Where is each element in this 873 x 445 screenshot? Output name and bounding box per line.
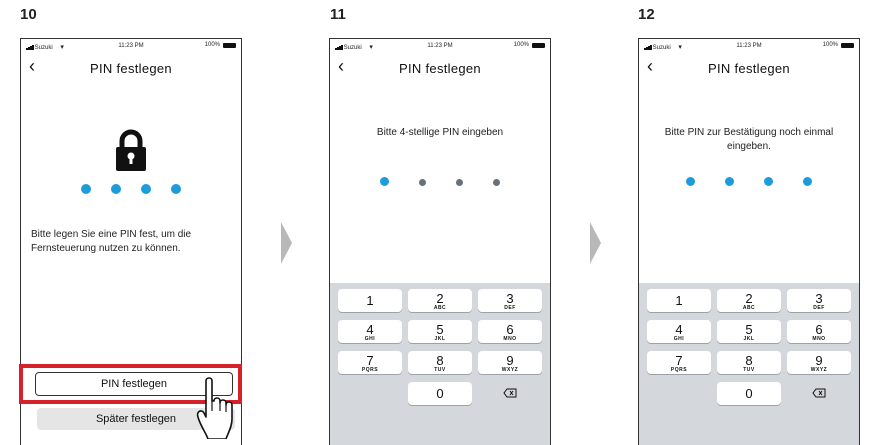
status-bar: Suzuki ▾ 11:23 PM 100% bbox=[639, 39, 859, 53]
nav-bar: ‹ PIN festlegen bbox=[639, 55, 859, 79]
key-2[interactable]: 2 ABC bbox=[717, 289, 781, 312]
page-title: PIN festlegen bbox=[90, 61, 172, 76]
page-title: PIN festlegen bbox=[708, 61, 790, 76]
key-4[interactable]: 4 GHI bbox=[647, 320, 711, 343]
pin-dot-filled bbox=[764, 177, 773, 186]
status-bar: Suzuki ▾ 11:23 PM 100% bbox=[330, 39, 550, 53]
pin-dot-filled bbox=[141, 184, 151, 194]
battery-percent: 100% bbox=[204, 42, 220, 48]
pin-dot-filled bbox=[380, 177, 389, 186]
key-6[interactable]: 6 MNO bbox=[787, 320, 851, 343]
nav-bar: ‹ PIN festlegen bbox=[21, 55, 241, 79]
key-9[interactable]: 9 WXYZ bbox=[478, 351, 542, 374]
key-0[interactable]: 0 bbox=[717, 382, 781, 405]
key-2[interactable]: 2 ABC bbox=[408, 289, 472, 312]
pointing-hand-icon bbox=[196, 377, 233, 439]
pin-dot-filled bbox=[111, 184, 121, 194]
status-bar: Suzuki ▾ 11:23 PM 100% bbox=[21, 39, 241, 53]
pin-dot-empty bbox=[419, 178, 426, 186]
key-5[interactable]: 5 JKL bbox=[717, 320, 781, 343]
pin-indicator bbox=[21, 184, 241, 194]
chevron-right-arrow-icon bbox=[590, 222, 601, 264]
pin-dot-empty bbox=[493, 178, 500, 186]
phone-screen-enter-pin: Suzuki ▾ 11:23 PM 100% ‹ PIN festlegen B… bbox=[329, 38, 551, 445]
page-title: PIN festlegen bbox=[399, 61, 481, 76]
key-7[interactable]: 7 PQRS bbox=[647, 351, 711, 374]
pin-dot-filled bbox=[725, 177, 734, 186]
lock-icon bbox=[116, 129, 146, 171]
pin-dot-filled bbox=[171, 184, 181, 194]
key-5[interactable]: 5 JKL bbox=[408, 320, 472, 343]
phone-screen-confirm-pin: Suzuki ▾ 11:23 PM 100% ‹ PIN festlegen B… bbox=[638, 38, 860, 445]
key-1[interactable]: 1 bbox=[647, 289, 711, 312]
key-1[interactable]: 1 bbox=[338, 289, 402, 312]
battery-icon bbox=[223, 42, 236, 48]
pin-dot-filled bbox=[803, 177, 812, 186]
step-number: 12 bbox=[638, 6, 655, 23]
key-9[interactable]: 9 WXYZ bbox=[787, 351, 851, 374]
battery-percent: 100% bbox=[513, 42, 529, 48]
key-3[interactable]: 3 DEF bbox=[787, 289, 851, 312]
key-0[interactable]: 0 bbox=[408, 382, 472, 405]
chevron-right-arrow-icon bbox=[281, 222, 292, 264]
key-8[interactable]: 8 TUV bbox=[717, 351, 781, 374]
battery-percent: 100% bbox=[822, 42, 838, 48]
key-3[interactable]: 3 DEF bbox=[478, 289, 542, 312]
backspace-icon[interactable] bbox=[478, 382, 542, 405]
pin-dot-empty bbox=[456, 178, 463, 186]
nav-bar: ‹ PIN festlegen bbox=[330, 55, 550, 79]
info-text: Bitte legen Sie eine PIN fest, um die Fe… bbox=[31, 229, 192, 254]
pin-dot-filled bbox=[686, 177, 695, 186]
pin-indicator bbox=[330, 177, 550, 186]
pin-dot-filled bbox=[81, 184, 91, 194]
backspace-icon[interactable] bbox=[787, 382, 851, 405]
key-4[interactable]: 4 GHI bbox=[338, 320, 402, 343]
key-6[interactable]: 6 MNO bbox=[478, 320, 542, 343]
battery-icon bbox=[841, 42, 854, 48]
pin-prompt: Bitte PIN zur Bestätigung noch einmal ei… bbox=[664, 127, 834, 152]
battery-icon bbox=[532, 42, 545, 48]
step-number: 11 bbox=[330, 6, 346, 23]
pin-prompt: Bitte 4-stellige PIN eingeben bbox=[376, 127, 504, 138]
key-8[interactable]: 8 TUV bbox=[408, 351, 472, 374]
step-number: 10 bbox=[20, 6, 37, 23]
pin-indicator bbox=[639, 177, 859, 186]
numeric-keypad: 1 2 ABC 3 DEF 4 GHI 5 JKL 6 MNO 7 PQRS 8 TUV 9W… bbox=[639, 283, 859, 445]
numeric-keypad: 1 2 ABC 3 DEF 4 GHI 5 JKL 6 MNO 7 PQRS 8 TUV 9W… bbox=[330, 283, 550, 445]
key-7[interactable]: 7 PQRS bbox=[338, 351, 402, 374]
